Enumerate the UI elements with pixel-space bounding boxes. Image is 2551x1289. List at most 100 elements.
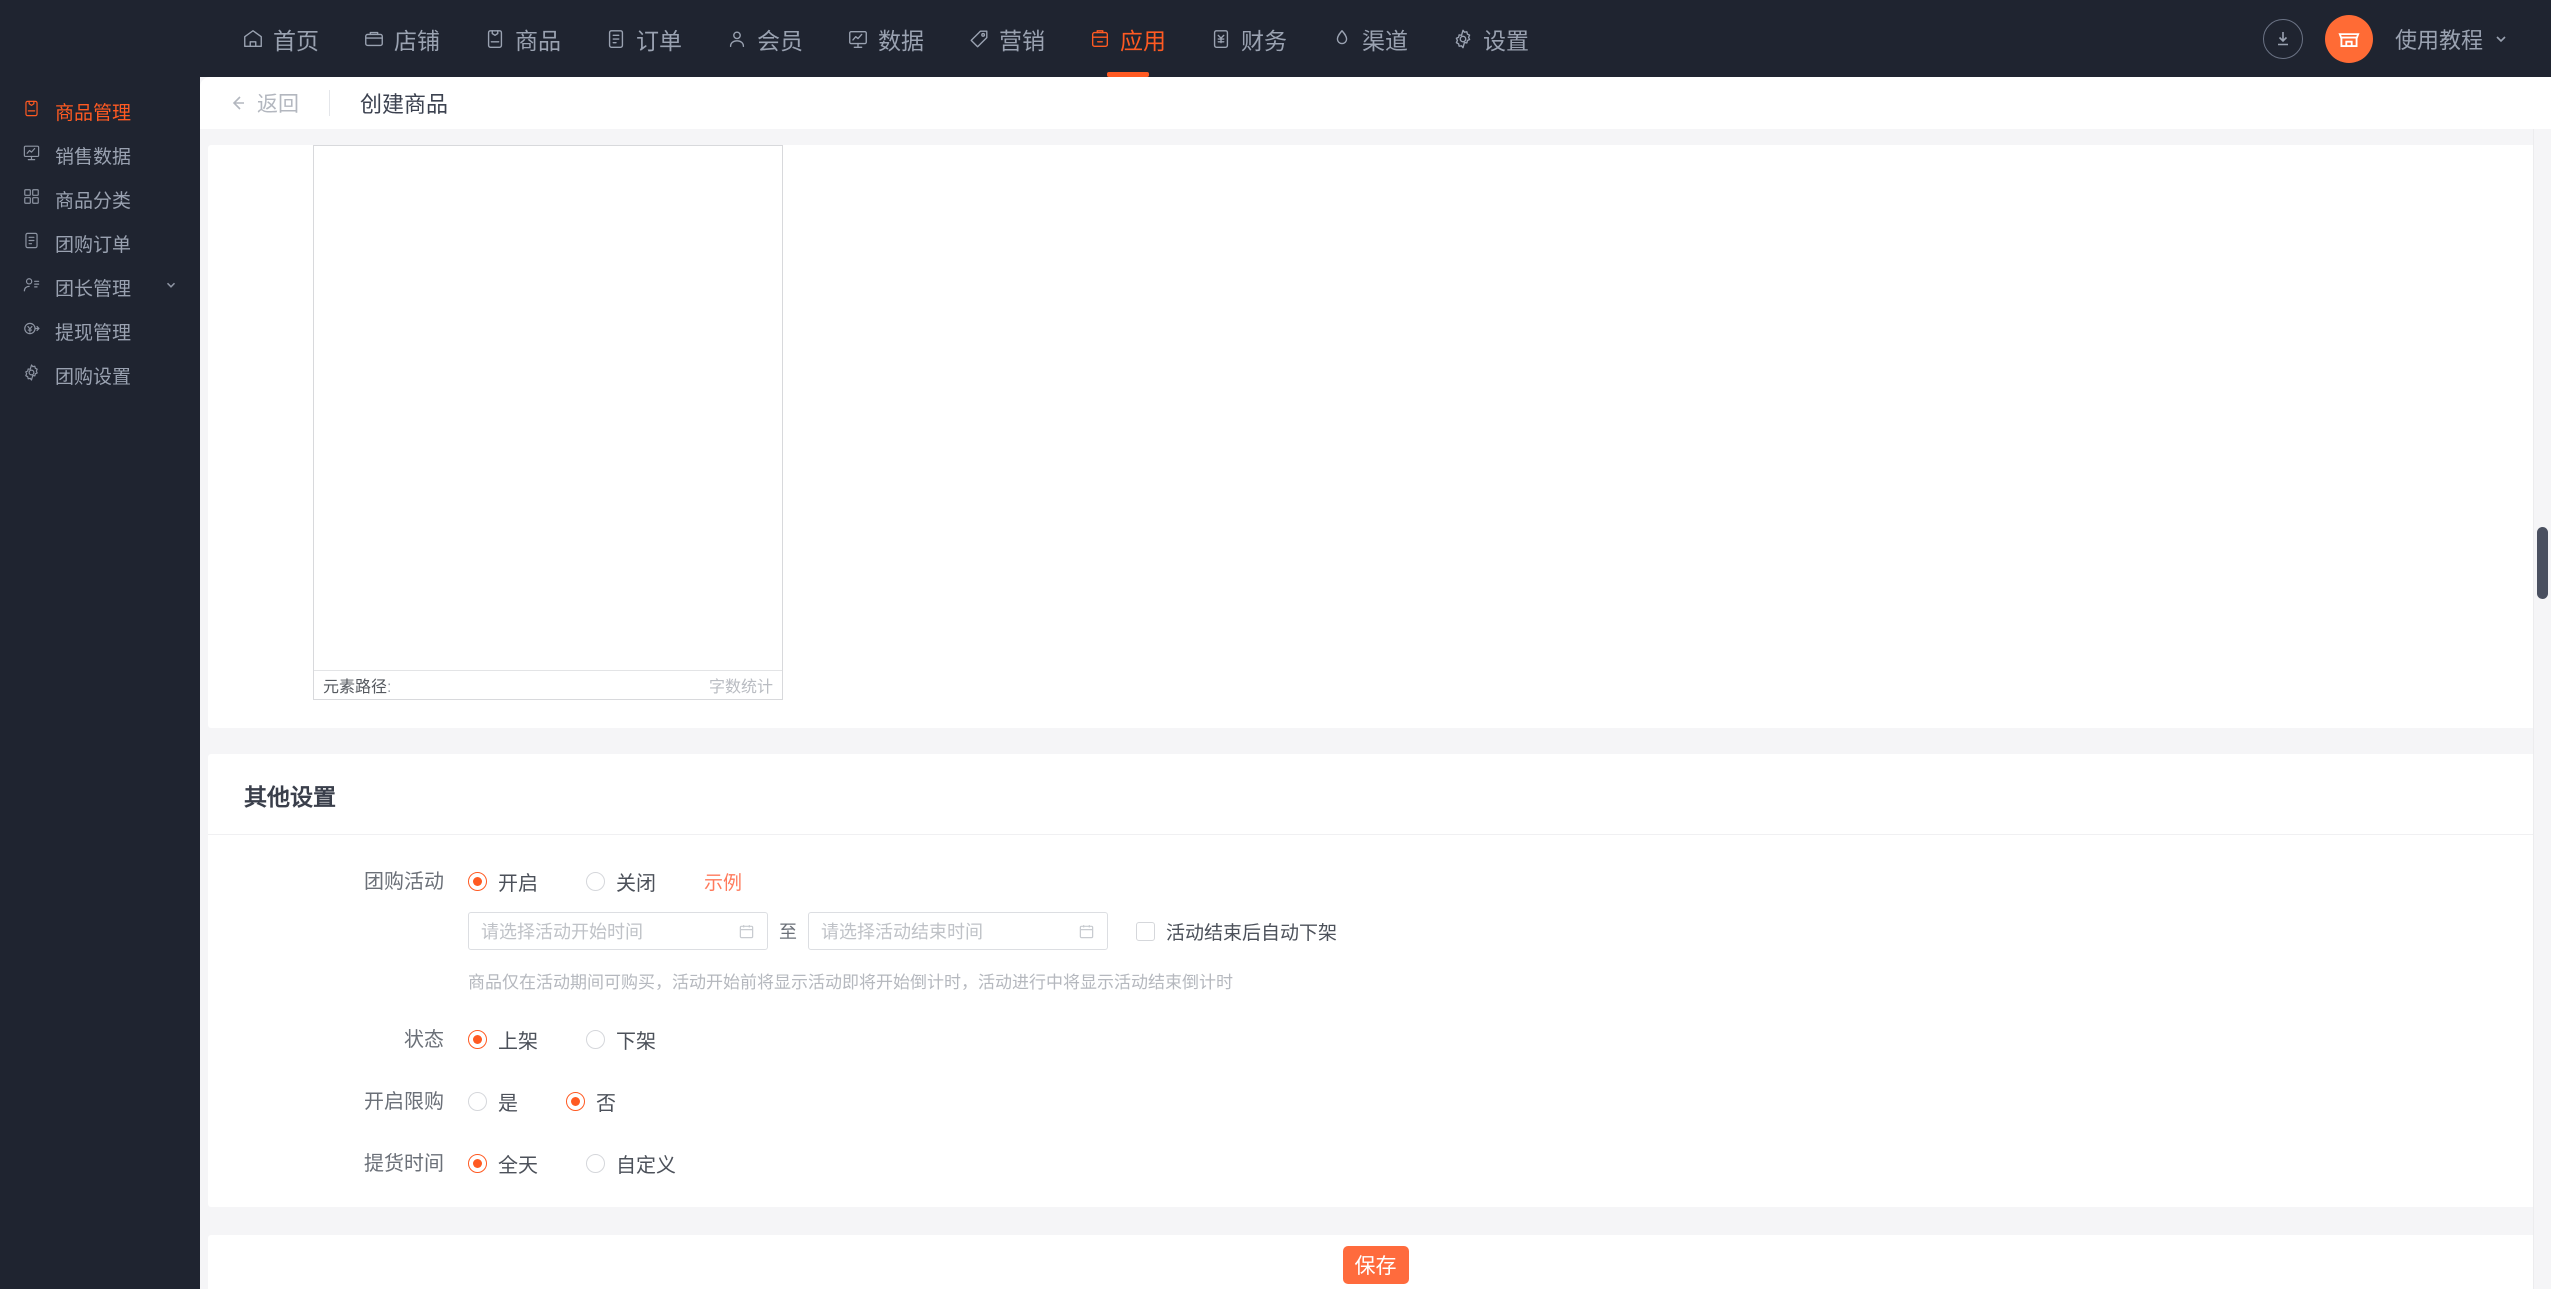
sidebar-item-label: 团购订单 xyxy=(55,234,132,256)
date-range-separator: 至 xyxy=(779,922,797,942)
settings-icon xyxy=(1452,28,1474,50)
radio-label: 下架 xyxy=(616,1031,656,1053)
sidebar-item-2[interactable]: 销售数据 xyxy=(0,133,200,177)
order-icon xyxy=(605,28,627,50)
nav-item-6[interactable]: 数据 xyxy=(825,0,946,77)
radio-dot-icon xyxy=(586,1030,605,1049)
shop-icon xyxy=(363,28,385,50)
sidebar-item-5[interactable]: 团长管理 xyxy=(0,265,200,309)
top-navigation-bar: 首页 店铺 商品 订单 会员 数据 营销 应用 财务 渠道 设置 使用教程 xyxy=(0,0,2551,77)
nav-item-label: 首页 xyxy=(273,27,319,54)
group-activity-label: 团购活动 xyxy=(364,871,444,893)
nav-item-2[interactable]: 店铺 xyxy=(341,0,462,77)
radio-purchase-limit-yes[interactable]: 是 xyxy=(468,1087,518,1116)
top-nav-right: 使用教程 xyxy=(2262,0,2509,77)
radio-label: 全天 xyxy=(498,1155,538,1177)
auto-offshelf-label: 活动结束后自动下架 xyxy=(1166,922,1338,944)
radio-label: 关闭 xyxy=(616,873,656,895)
sidebar-item-6[interactable]: 提现管理 xyxy=(0,309,200,353)
radio-status-off-shelf[interactable]: 下架 xyxy=(586,1025,656,1054)
data-icon xyxy=(847,28,869,50)
nav-item-7[interactable]: 营销 xyxy=(946,0,1067,77)
form-row-group-activity: 团购活动 开启 关闭 示例 请选择活动开始时间 至 请选择活动结束时间 活动结束… xyxy=(208,835,2543,993)
nav-item-label: 店铺 xyxy=(394,27,440,54)
nav-item-label: 数据 xyxy=(878,27,924,54)
nav-item-label: 营销 xyxy=(999,27,1045,54)
radio-dot-icon xyxy=(468,872,487,891)
shop-avatar-icon[interactable] xyxy=(2324,14,2373,63)
editor-card: 元素路径: 字数统计 xyxy=(208,145,2543,728)
radio-purchase-limit-no[interactable]: 否 xyxy=(566,1087,616,1116)
save-button[interactable]: 保存 xyxy=(1342,1246,1409,1284)
nav-item-8[interactable]: 应用 xyxy=(1067,0,1188,77)
calendar-icon xyxy=(739,924,754,938)
nav-item-4[interactable]: 订单 xyxy=(583,0,704,77)
form-row-status: 状态 上架 下架 xyxy=(208,993,2543,1055)
radio-label: 上架 xyxy=(498,1031,538,1053)
radio-pickup-time-all-day[interactable]: 全天 xyxy=(468,1149,538,1178)
group-settings-icon xyxy=(22,363,41,388)
checkbox-box-icon xyxy=(1136,921,1155,941)
auto-offshelf-checkbox[interactable]: 活动结束后自动下架 xyxy=(1136,918,1337,945)
goods-category-icon xyxy=(22,187,41,212)
nav-item-10[interactable]: 渠道 xyxy=(1309,0,1430,77)
page-header: 返回 创建商品 xyxy=(200,77,2551,129)
radio-pickup-time-custom[interactable]: 自定义 xyxy=(586,1149,676,1178)
element-path-label: 元素路径 xyxy=(323,679,388,696)
radio-status-on-shelf[interactable]: 上架 xyxy=(468,1025,538,1054)
radio-group-activity-off[interactable]: 关闭 xyxy=(586,867,656,896)
nav-item-9[interactable]: 财务 xyxy=(1188,0,1309,77)
sidebar-item-7[interactable]: 团购设置 xyxy=(0,353,200,397)
vertical-scrollbar[interactable] xyxy=(2533,129,2549,1289)
nav-item-5[interactable]: 会员 xyxy=(704,0,825,77)
leader-manage-icon xyxy=(22,275,41,300)
editor-content-area[interactable] xyxy=(314,146,782,670)
sidebar-item-1[interactable]: 商品管理 xyxy=(0,89,200,133)
activity-end-date-input[interactable]: 请选择活动结束时间 xyxy=(808,912,1108,950)
back-button[interactable]: 返回 xyxy=(228,88,299,118)
rich-text-editor[interactable]: 元素路径: 字数统计 xyxy=(313,145,783,700)
radio-dot-icon xyxy=(468,1092,487,1111)
group-activity-radio-group: 开启 关闭 示例 xyxy=(468,867,2543,896)
sidebar-item-label: 销售数据 xyxy=(55,146,132,168)
nav-item-label: 应用 xyxy=(1120,27,1166,54)
activity-start-date-placeholder: 请选择活动开始时间 xyxy=(481,922,643,942)
tutorial-menu[interactable]: 使用教程 xyxy=(2395,23,2509,55)
marketing-icon xyxy=(968,28,990,50)
radio-dot-icon xyxy=(586,872,605,891)
activity-start-date-input[interactable]: 请选择活动开始时间 xyxy=(468,912,768,950)
activity-end-date-placeholder: 请选择活动结束时间 xyxy=(821,922,983,942)
radio-label: 开启 xyxy=(498,873,538,895)
save-bar: 保存 xyxy=(208,1235,2543,1289)
word-count-label: 字数统计 xyxy=(708,679,773,696)
radio-group-activity-on[interactable]: 开启 xyxy=(468,867,538,896)
chevron-down-icon[interactable] xyxy=(164,276,178,298)
radio-dot-icon xyxy=(468,1154,487,1173)
left-sidebar: 商品管理销售数据商品分类团购订单团长管理提现管理团购设置 xyxy=(0,77,200,1289)
goods-icon xyxy=(484,28,506,50)
pickup-time-label: 提货时间 xyxy=(364,1153,444,1175)
sidebar-item-3[interactable]: 商品分类 xyxy=(0,177,200,221)
nav-item-1[interactable]: 首页 xyxy=(220,0,341,77)
group-activity-hint: 商品仅在活动期间可购买，活动开始前将显示活动即将开始倒计时，活动进行中将显示活动… xyxy=(468,973,1233,992)
pickup-time-radio-group: 全天 自定义 xyxy=(468,1149,2543,1178)
sidebar-item-4[interactable]: 团购订单 xyxy=(0,221,200,265)
radio-dot-icon xyxy=(468,1030,487,1049)
form-row-pickup-time: 提货时间 全天 自定义 xyxy=(208,1117,2543,1179)
example-link[interactable]: 示例 xyxy=(704,868,742,895)
page-title: 创建商品 xyxy=(360,92,449,117)
sidebar-item-label: 商品分类 xyxy=(55,190,132,212)
sidebar-item-label: 团购设置 xyxy=(55,366,132,388)
download-icon[interactable] xyxy=(2262,18,2303,59)
radio-label: 否 xyxy=(596,1093,616,1115)
scroll-area: 元素路径: 字数统计 其他设置 团购活动 开启 关闭 示例 请选择活动开始时间 … xyxy=(200,129,2551,1289)
scrollbar-thumb[interactable] xyxy=(2537,527,2548,599)
sidebar-item-label: 提现管理 xyxy=(55,322,132,344)
nav-item-11[interactable]: 设置 xyxy=(1430,0,1551,77)
member-icon xyxy=(726,28,748,50)
sales-data-icon xyxy=(22,143,41,168)
element-path: 元素路径: xyxy=(323,673,391,697)
nav-item-3[interactable]: 商品 xyxy=(462,0,583,77)
main-content: 返回 创建商品 元素路径: 字数统计 其他设置 团购活动 开启 关闭 示例 请选… xyxy=(200,77,2551,1289)
radio-label: 是 xyxy=(498,1093,518,1115)
